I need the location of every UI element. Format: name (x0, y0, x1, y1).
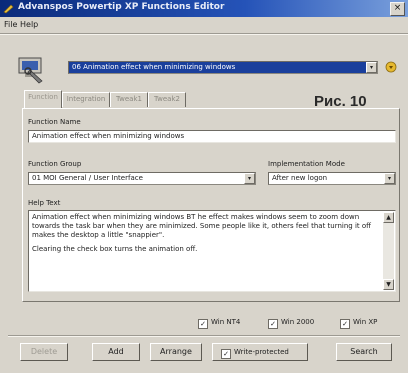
checkbox-box[interactable]: ✓ (340, 319, 350, 329)
button-divider (8, 335, 400, 337)
checkbox-label: Win XP (353, 318, 378, 326)
function-group-label: Function Group (28, 160, 82, 168)
write-protected-toggle[interactable]: ✓ Write-protected (212, 343, 308, 361)
tab-tweak2[interactable]: Tweak2 (148, 92, 186, 107)
menu-help[interactable]: Help (20, 20, 38, 29)
checkbox-win-nt4[interactable]: ✓ Win NT4 (198, 318, 240, 329)
menu-file[interactable]: File (4, 20, 17, 29)
scroll-up-button[interactable]: ▲ (383, 212, 394, 223)
computer-tools-icon (18, 57, 43, 84)
scroll-down-button[interactable]: ▼ (383, 279, 394, 290)
chevron-down-icon[interactable]: ▾ (366, 62, 377, 73)
chevron-down-icon[interactable]: ▾ (384, 173, 395, 184)
window-title: Advanspos Powertip XP Functions Editor (18, 2, 225, 12)
help-icon[interactable] (385, 61, 397, 73)
write-protected-label: Write-protected (234, 348, 289, 356)
app-icon (3, 4, 14, 14)
function-selector[interactable]: 06 Animation effect when minimizing wind… (68, 61, 378, 74)
function-name-field[interactable]: Animation effect when minimizing windows (28, 130, 396, 143)
vertical-scrollbar[interactable]: ▲ ▼ (383, 212, 394, 290)
checkbox-win-2000[interactable]: ✓ Win 2000 (268, 318, 314, 329)
add-button[interactable]: Add (92, 343, 140, 361)
tab-tweak1[interactable]: Tweak1 (110, 92, 148, 107)
arrange-button[interactable]: Arrange (150, 343, 202, 361)
checkbox-box[interactable]: ✓ (221, 349, 231, 359)
checkbox-box[interactable]: ✓ (198, 319, 208, 329)
menu-bar: File Help (0, 18, 408, 32)
function-selector-value: 06 Animation effect when minimizing wind… (72, 63, 236, 71)
search-button[interactable]: Search (336, 343, 392, 361)
help-text-paragraph: Clearing the check box turns the animati… (32, 245, 198, 253)
function-group-select[interactable]: 01 MOI General / User Interface ▾ (28, 172, 256, 185)
menu-divider (0, 33, 408, 35)
checkbox-win-xp[interactable]: ✓ Win XP (340, 318, 377, 329)
checkbox-label: Win NT4 (211, 318, 241, 326)
help-text-label: Help Text (28, 199, 61, 207)
tab-integration[interactable]: Integration (62, 92, 110, 107)
help-text-area[interactable]: Animation effect when minimizing windows… (28, 210, 396, 292)
chevron-down-icon[interactable]: ▾ (244, 173, 255, 184)
checkbox-box[interactable]: ✓ (268, 319, 278, 329)
checkbox-label: Win 2000 (281, 318, 315, 326)
help-text-paragraph: Animation effect when minimizing windows… (32, 213, 371, 239)
title-bar[interactable]: Advanspos Powertip XP Functions Editor × (0, 0, 408, 17)
implementation-mode-value: After new logon (272, 174, 328, 182)
close-button[interactable]: × (390, 2, 405, 16)
function-group-value: 01 MOI General / User Interface (32, 174, 143, 182)
tab-function[interactable]: Function (24, 90, 62, 108)
implementation-mode-select[interactable]: After new logon ▾ (268, 172, 396, 185)
implementation-mode-label: Implementation Mode (268, 160, 345, 168)
delete-button[interactable]: Delete (20, 343, 68, 361)
function-name-label: Function Name (28, 118, 81, 126)
